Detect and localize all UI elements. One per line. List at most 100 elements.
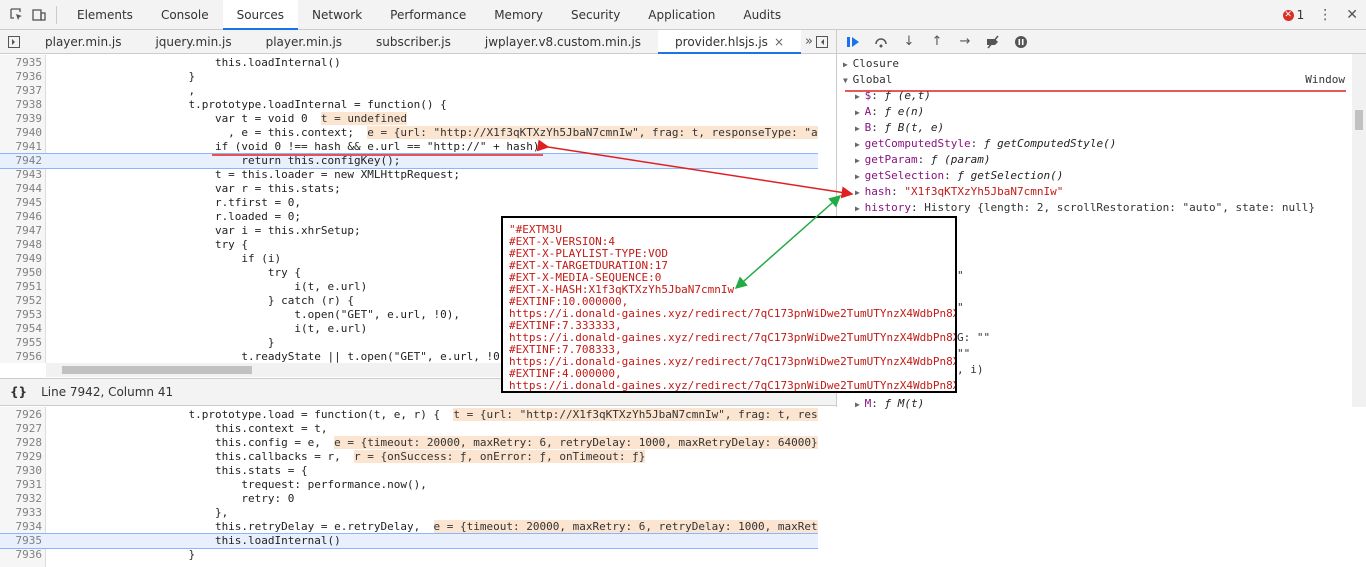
expand-arrow-icon[interactable]: ▶ xyxy=(843,60,853,69)
line-number[interactable]: 7937 xyxy=(0,84,43,98)
code-line[interactable]: 7927 this.context = t, xyxy=(0,422,818,436)
scope-property[interactable]: ▶ M: ƒ M(t) xyxy=(837,396,1353,412)
expand-arrow-icon[interactable]: ▶ xyxy=(855,188,865,197)
pretty-print-button[interactable]: {} xyxy=(10,385,27,399)
inspect-element-icon[interactable] xyxy=(6,0,28,30)
tab-memory[interactable]: Memory xyxy=(480,0,557,30)
expand-arrow-icon[interactable]: ▶ xyxy=(855,108,865,117)
scope-closure[interactable]: ▶ Closure xyxy=(837,56,1353,72)
code-line[interactable]: 7933 }, xyxy=(0,506,818,520)
tab-network[interactable]: Network xyxy=(298,0,376,30)
code-line[interactable]: 7940 , e = this.context; e = {url: "http… xyxy=(0,126,818,140)
tab-audits[interactable]: Audits xyxy=(729,0,795,30)
code-line[interactable]: 7934 this.retryDelay = e.retryDelay, e =… xyxy=(0,520,818,534)
scope-property[interactable]: ▶ getSelection: ƒ getSelection() xyxy=(837,168,1353,184)
line-number[interactable]: 7928 xyxy=(0,436,43,450)
expand-arrow-icon[interactable]: ▶ xyxy=(855,156,865,165)
line-number[interactable]: 7941 xyxy=(0,140,43,154)
code-line[interactable]: 7942 return this.configKey(); xyxy=(0,153,818,169)
more-tabs-icon[interactable]: » xyxy=(805,34,813,49)
line-number[interactable]: 7931 xyxy=(0,478,43,492)
code-line[interactable]: 7930 this.stats = { xyxy=(0,464,818,478)
scope-property[interactable]: ▶ hash: "X1f3qKTXzYh5JbaN7cmnIw" xyxy=(837,184,1353,200)
line-number[interactable]: 7930 xyxy=(0,464,43,478)
line-number[interactable]: 7954 xyxy=(0,322,43,336)
line-number[interactable]: 7936 xyxy=(0,70,43,84)
tab-security[interactable]: Security xyxy=(557,0,634,30)
line-number[interactable]: 7935 xyxy=(0,534,43,548)
scope-property[interactable]: ▶ getComputedStyle: ƒ getComputedStyle() xyxy=(837,136,1353,152)
code-line[interactable]: 7935 this.loadInternal() xyxy=(0,56,818,70)
tab-application[interactable]: Application xyxy=(634,0,729,30)
expand-arrow-icon[interactable]: ▶ xyxy=(855,204,865,213)
scope-property[interactable]: ▶ getParam: ƒ (param) xyxy=(837,152,1353,168)
expand-arrow-icon[interactable]: ▶ xyxy=(855,400,865,409)
code-line[interactable]: 7939 var t = void 0 t = undefined xyxy=(0,112,818,126)
pause-on-exceptions-icon[interactable] xyxy=(1013,34,1029,50)
line-number[interactable]: 7950 xyxy=(0,266,43,280)
line-number[interactable]: 7938 xyxy=(0,98,43,112)
code-line[interactable]: 7936 } xyxy=(0,548,818,562)
step-into-icon[interactable]: ↓ xyxy=(901,34,917,50)
file-tab[interactable]: jquery.min.js xyxy=(138,30,248,54)
tab-elements[interactable]: Elements xyxy=(63,0,147,30)
expand-arrow-icon[interactable]: ▶ xyxy=(855,172,865,181)
scope-property[interactable]: ▶ history: History {length: 2, scrollRes… xyxy=(837,200,1353,216)
code-line[interactable]: 7929 this.callbacks = r, r = {onSuccess:… xyxy=(0,450,818,464)
line-number[interactable]: 7947 xyxy=(0,224,43,238)
line-number[interactable]: 7933 xyxy=(0,506,43,520)
line-number[interactable]: 7952 xyxy=(0,294,43,308)
tab-sources[interactable]: Sources xyxy=(222,0,299,30)
line-number[interactable]: 7943 xyxy=(0,168,43,182)
scope-global[interactable]: ▼ Global Window xyxy=(837,72,1353,88)
code-line[interactable]: 7937 , xyxy=(0,84,818,98)
error-counter[interactable]: ✕ 1 xyxy=(1282,8,1304,22)
code-line[interactable]: 7926 t.prototype.load = function(t, e, r… xyxy=(0,408,818,422)
line-number[interactable]: 7949 xyxy=(0,252,43,266)
expand-arrow-icon[interactable]: ▶ xyxy=(855,92,865,101)
scope-property[interactable]: ▶ A: ƒ e(n) xyxy=(837,104,1353,120)
line-number[interactable]: 7946 xyxy=(0,210,43,224)
line-number[interactable]: 7944 xyxy=(0,182,43,196)
device-toolbar-icon[interactable] xyxy=(28,0,50,30)
code-line[interactable]: 7941 if (void 0 !== hash && e.url == "ht… xyxy=(0,140,818,154)
code-line[interactable]: 7936 } xyxy=(0,70,818,84)
code-line[interactable]: 7932 retry: 0 xyxy=(0,492,818,506)
close-tab-icon[interactable]: × xyxy=(774,35,784,49)
code-line[interactable]: 7943 t = this.loader = new XMLHttpReques… xyxy=(0,168,818,182)
tab-performance[interactable]: Performance xyxy=(376,0,480,30)
line-number[interactable]: 7935 xyxy=(0,56,43,70)
scrollbar-thumb[interactable] xyxy=(1355,110,1363,130)
line-number[interactable]: 7940 xyxy=(0,126,43,140)
expand-arrow-icon[interactable]: ▶ xyxy=(855,124,865,133)
scrollbar-thumb[interactable] xyxy=(62,366,252,374)
code-line[interactable]: 7938 t.prototype.loadInternal = function… xyxy=(0,98,818,112)
close-devtools-icon[interactable]: ✕ xyxy=(1346,7,1358,23)
file-tab[interactable]: player.min.js xyxy=(249,30,359,54)
toggle-navigator-icon[interactable] xyxy=(0,30,28,54)
code-line[interactable]: 7928 this.config = e, e = {timeout: 2000… xyxy=(0,436,818,450)
step-out-icon[interactable]: ↑ xyxy=(929,34,945,50)
step-icon[interactable]: → xyxy=(957,34,973,50)
line-number[interactable]: 7948 xyxy=(0,238,43,252)
line-number[interactable]: 7951 xyxy=(0,280,43,294)
code-line[interactable]: 7935 this.loadInternal() xyxy=(0,533,818,549)
file-tab[interactable]: subscriber.js xyxy=(359,30,468,54)
line-number[interactable]: 7929 xyxy=(0,450,43,464)
line-number[interactable]: 7926 xyxy=(0,408,43,422)
line-number[interactable]: 7934 xyxy=(0,520,43,534)
more-options-icon[interactable]: ⋮ xyxy=(1318,7,1332,23)
file-tab[interactable]: jwplayer.v8.custom.min.js xyxy=(468,30,658,54)
expand-arrow-icon[interactable]: ▶ xyxy=(855,140,865,149)
file-tab[interactable]: player.min.js xyxy=(28,30,138,54)
tab-console[interactable]: Console xyxy=(147,0,223,30)
line-number[interactable]: 7953 xyxy=(0,308,43,322)
code-editor-lower[interactable]: 7926 t.prototype.load = function(t, e, r… xyxy=(0,408,818,567)
code-line[interactable]: 7931 trequest: performance.now(), xyxy=(0,478,818,492)
line-number[interactable]: 7942 xyxy=(0,154,43,168)
collapse-arrow-icon[interactable]: ▼ xyxy=(843,76,853,85)
resume-icon[interactable] xyxy=(845,34,861,50)
vertical-scrollbar[interactable] xyxy=(1352,54,1366,407)
line-number[interactable]: 7955 xyxy=(0,336,43,350)
line-number[interactable]: 7927 xyxy=(0,422,43,436)
